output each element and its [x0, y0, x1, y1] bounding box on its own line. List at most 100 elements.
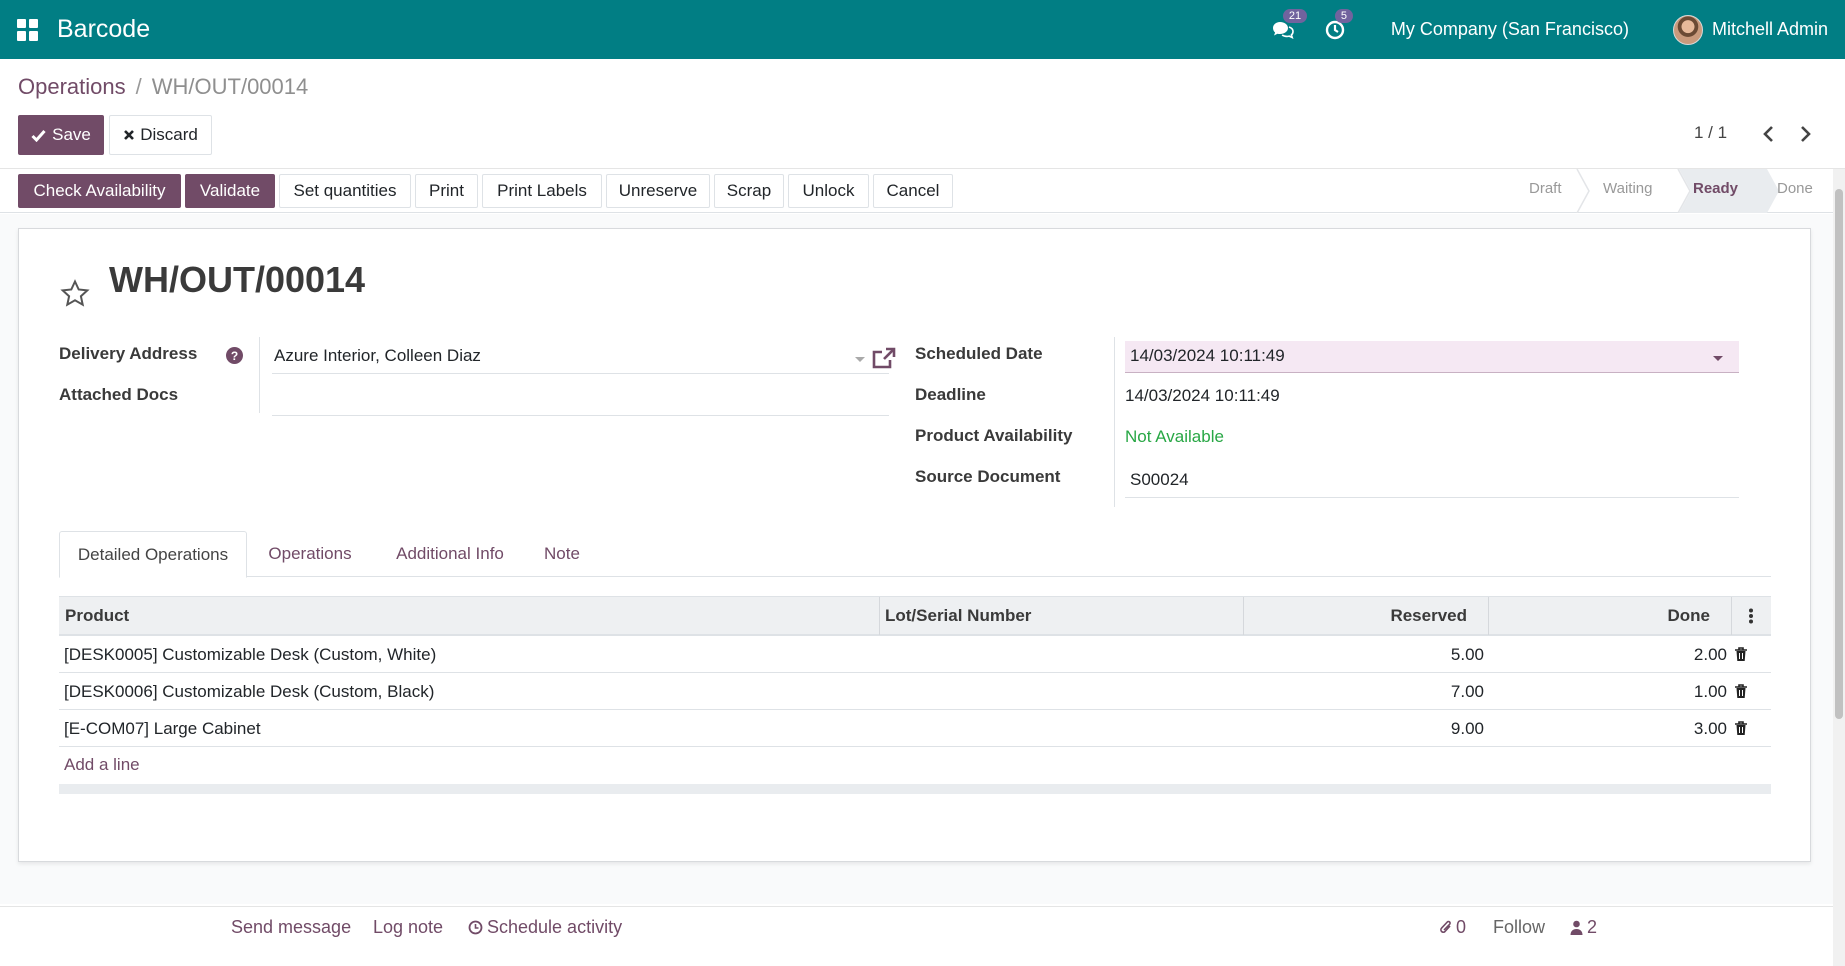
scheduled-date-input[interactable]: 14/03/2024 10:11:49: [1125, 341, 1739, 373]
clock-icon: [1325, 20, 1345, 39]
chat-icon: [1272, 21, 1294, 39]
delivery-address-label: Delivery Address: [59, 344, 198, 363]
save-button[interactable]: Save: [18, 115, 104, 155]
record-title: WH/OUT/00014: [109, 259, 366, 300]
add-line-row: Add a line: [59, 747, 1771, 784]
close-icon: [124, 130, 135, 140]
schedule-activity-label: Schedule activity: [487, 917, 623, 937]
followers-button[interactable]: 2: [1570, 917, 1597, 938]
paperclip-icon: [1440, 920, 1451, 933]
stage-ready[interactable]: Ready: [1693, 180, 1738, 197]
discard-label: Discard: [140, 125, 198, 144]
log-note-button[interactable]: Log note: [373, 917, 443, 938]
clock-icon: [468, 920, 483, 935]
row-product: [DESK0005] Customizable Desk (Custom, Wh…: [64, 645, 437, 664]
messages-button[interactable]: 21: [1269, 8, 1308, 44]
stage-done[interactable]: Done: [1777, 180, 1813, 197]
external-link-icon[interactable]: [871, 346, 897, 370]
pager-next-button[interactable]: [1797, 121, 1815, 147]
table-header: Product Lot/Serial Number Reserved Done: [59, 596, 1771, 636]
optional-columns-icon[interactable]: [1748, 608, 1754, 624]
source-document-field[interactable]: S00024: [1130, 470, 1189, 490]
send-message-button[interactable]: Send message: [231, 917, 351, 938]
column-lot-serial[interactable]: Lot/Serial Number: [885, 606, 1031, 626]
activities-badge: 5: [1334, 8, 1353, 23]
user-menu[interactable]: Mitchell Admin: [1672, 14, 1828, 45]
table-row[interactable]: [DESK0006] Customizable Desk (Custom, Bl…: [59, 673, 1771, 710]
breadcrumb-operations[interactable]: Operations: [18, 74, 126, 100]
column-reserved[interactable]: Reserved: [1390, 606, 1467, 626]
trash-icon[interactable]: [1734, 647, 1748, 662]
tab-detailed-operations[interactable]: Detailed Operations: [59, 531, 247, 578]
scrollbar[interactable]: [1833, 169, 1845, 966]
cancel-button[interactable]: Cancel: [873, 174, 953, 208]
discard-button[interactable]: Discard: [109, 115, 212, 155]
stage-waiting[interactable]: Waiting: [1603, 180, 1652, 197]
right-group-divider: [1114, 337, 1115, 507]
scrollbar-thumb[interactable]: [1835, 189, 1843, 719]
breadcrumb: Operations / WH/OUT/00014: [18, 74, 308, 100]
delivery-address-dropdown-icon[interactable]: [855, 357, 865, 362]
avatar: [1672, 14, 1703, 45]
trash-icon[interactable]: [1734, 684, 1748, 699]
add-line-link[interactable]: Add a line: [64, 755, 140, 775]
apps-menu-icon[interactable]: [17, 18, 39, 41]
row-done: 2.00: [1693, 645, 1727, 664]
print-labels-button[interactable]: Print Labels: [482, 174, 602, 208]
check-availability-button[interactable]: Check Availability: [18, 174, 181, 208]
row-reserved: 7.00: [1450, 682, 1484, 701]
user-icon: [1570, 920, 1583, 935]
unreserve-button[interactable]: Unreserve: [606, 174, 710, 208]
tab-additional-info[interactable]: Additional Info: [376, 531, 524, 577]
row-reserved: 9.00: [1450, 719, 1484, 738]
schedule-activity-button[interactable]: Schedule activity: [468, 917, 622, 938]
star-icon[interactable]: [59, 278, 91, 310]
deadline-value: 14/03/2024 10:11:49: [1125, 386, 1280, 405]
tab-operations[interactable]: Operations: [257, 531, 363, 577]
attached-docs-underline[interactable]: [272, 415, 889, 416]
pager-previous-button[interactable]: [1759, 121, 1777, 147]
chevron-left-icon: [1763, 126, 1773, 142]
scheduled-date-label: Scheduled Date: [915, 344, 1043, 363]
detailed-operations-table: Product Lot/Serial Number Reserved Done …: [59, 596, 1771, 794]
delivery-address-field[interactable]: Azure Interior, Colleen Diaz: [274, 346, 481, 366]
column-done[interactable]: Done: [1668, 606, 1711, 626]
check-icon: [31, 129, 46, 142]
notebook-tabs: Detailed Operations Operations Additiona…: [59, 531, 1771, 578]
table-row[interactable]: [DESK0005] Customizable Desk (Custom, Wh…: [59, 636, 1771, 673]
delivery-address-underline: [272, 373, 889, 374]
followers-count: 2: [1587, 917, 1598, 937]
breadcrumb-separator: /: [135, 74, 142, 99]
unlock-button[interactable]: Unlock: [788, 174, 869, 208]
status-bar: Check Availability Validate Set quantiti…: [0, 169, 1833, 213]
help-icon[interactable]: ?: [226, 347, 243, 364]
row-product: [DESK0006] Customizable Desk (Custom, Bl…: [64, 682, 435, 701]
row-product: [E-COM07] Large Cabinet: [64, 719, 261, 738]
validate-button[interactable]: Validate: [185, 174, 275, 208]
pager-value[interactable]: 1 / 1: [1694, 123, 1727, 143]
trash-icon[interactable]: [1734, 721, 1748, 736]
follow-button[interactable]: Follow: [1493, 917, 1545, 938]
app-name[interactable]: Barcode: [57, 15, 150, 44]
messages-badge: 21: [1282, 8, 1308, 23]
chevron-right-icon: [1801, 126, 1811, 142]
row-done: 3.00: [1693, 719, 1727, 738]
tab-note[interactable]: Note: [533, 531, 591, 577]
date-dropdown-icon[interactable]: [1713, 356, 1723, 361]
column-divider: [879, 597, 880, 635]
set-quantities-button[interactable]: Set quantities: [279, 174, 411, 208]
attached-docs-label: Attached Docs: [59, 385, 179, 404]
deadline-label: Deadline: [915, 385, 986, 404]
activities-button[interactable]: 5: [1321, 8, 1353, 44]
column-product[interactable]: Product: [65, 606, 129, 626]
column-divider: [1243, 597, 1244, 635]
product-availability-label: Product Availability: [915, 426, 1073, 445]
table-row[interactable]: [E-COM07] Large Cabinet 9.00 3.00: [59, 710, 1771, 747]
company-switcher[interactable]: My Company (San Francisco): [1391, 19, 1629, 40]
top-navbar: Barcode 21 5 My Company (San Francisco) …: [0, 0, 1845, 59]
source-document-underline: [1125, 497, 1739, 498]
stage-draft[interactable]: Draft: [1529, 180, 1562, 197]
print-button[interactable]: Print: [415, 174, 478, 208]
scrap-button[interactable]: Scrap: [714, 174, 784, 208]
attachments-button[interactable]: 0: [1439, 917, 1466, 938]
